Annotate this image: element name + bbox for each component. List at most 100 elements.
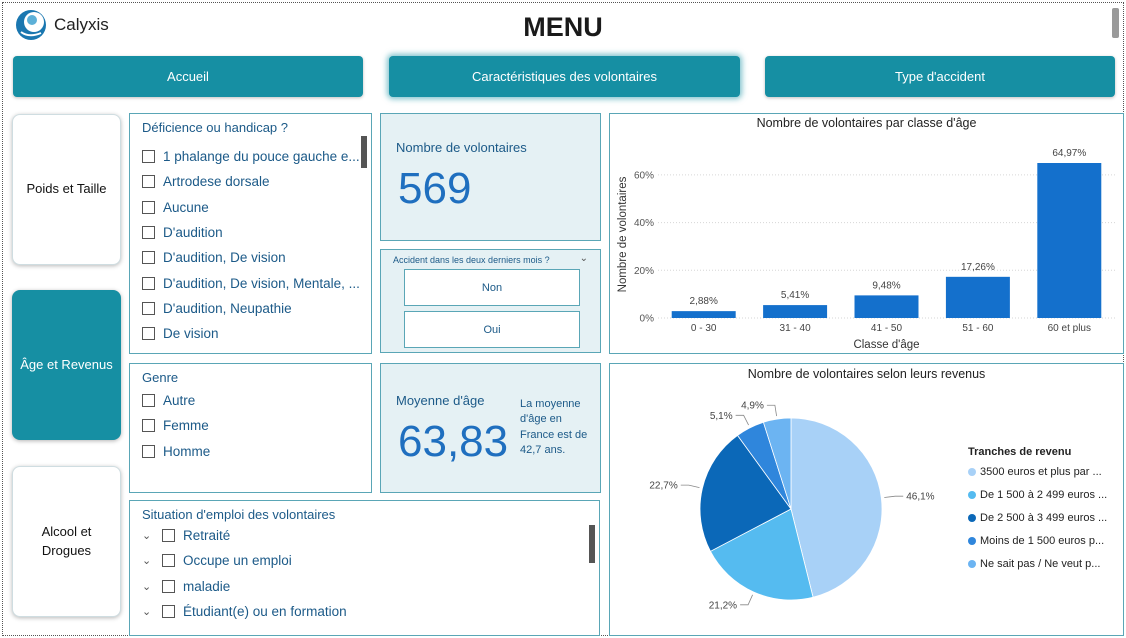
list-item[interactable]: D'audition, De vision, Mentale, ...: [142, 270, 360, 295]
checkbox[interactable]: [162, 605, 175, 619]
pie-data-label: 46,1%: [906, 492, 934, 503]
checkbox[interactable]: [142, 251, 155, 265]
accident-option-non[interactable]: Non: [404, 269, 580, 306]
list-item[interactable]: ⌄ Occupe un emploi: [142, 548, 347, 573]
legend-swatch: [968, 514, 976, 522]
bar-data-label: 9,48%: [872, 280, 900, 291]
bar-data-label: 17,26%: [961, 262, 995, 273]
checkbox[interactable]: [142, 276, 155, 290]
emploi-slicer: Situation d'emploi des volontaires ⌄ Retr…: [129, 500, 600, 636]
list-item[interactable]: Homme: [142, 439, 210, 464]
list-item[interactable]: Artrodese dorsale: [142, 169, 360, 194]
page-title: MENU: [523, 12, 603, 42]
kpi-age-label: Moyenne d'âge: [396, 393, 485, 408]
checkbox[interactable]: [162, 529, 175, 543]
checkbox[interactable]: [142, 444, 155, 458]
list-item[interactable]: D'audition, Neupathie: [142, 296, 360, 321]
nav-button-type-accident[interactable]: Type d'accident: [765, 56, 1115, 97]
nav-button-accueil[interactable]: Accueil: [13, 56, 363, 97]
list-item[interactable]: ⌄ Retraité: [142, 523, 347, 548]
kpi-age-value: 63,83: [398, 417, 509, 466]
chevron-down-icon[interactable]: ⌄: [142, 529, 162, 542]
side-button-age-revenus[interactable]: Âge et Revenus: [12, 290, 121, 440]
checkbox[interactable]: [142, 200, 155, 214]
accident-option-oui[interactable]: Oui: [404, 311, 580, 348]
emploi-scrollbar[interactable]: [589, 525, 595, 563]
chevron-down-icon[interactable]: ⌄: [580, 253, 588, 264]
list-item[interactable]: ⌄ Étudiant(e) ou en formation: [142, 599, 347, 624]
kpi-volontaires-value: 569: [398, 164, 472, 213]
x-tick-label: 31 - 40: [780, 323, 812, 334]
y-tick-label: 0%: [640, 314, 655, 325]
legend-swatch: [968, 537, 976, 545]
checkbox[interactable]: [142, 394, 155, 408]
x-axis-title: Classe d'âge: [853, 339, 919, 351]
list-item[interactable]: 1 phalange du pouce gauche e...: [142, 144, 360, 169]
nav-button-caracteristiques[interactable]: Caractéristiques des volontaires: [389, 56, 740, 97]
pie-data-label: 22,7%: [649, 481, 677, 492]
bar: [763, 305, 828, 318]
x-tick-label: 60 et plus: [1048, 323, 1091, 334]
emploi-slicer-title: Situation d'emploi des volontaires: [142, 507, 336, 522]
kpi-volontaires-card: Nombre de volontaires 569: [380, 113, 601, 241]
page-scrollbar[interactable]: [1112, 8, 1119, 38]
side-button-alcool-drogues[interactable]: Alcool et Drogues: [12, 466, 121, 617]
pie-leader-line: [680, 484, 700, 489]
deficience-list: 1 phalange du pouce gauche e... Artrodes…: [142, 144, 360, 346]
list-item[interactable]: ⌄ maladie: [142, 574, 347, 599]
pie-legend-item[interactable]: De 2 500 à 3 499 euros ...: [968, 512, 1107, 524]
pie-leader-line: [740, 594, 753, 606]
x-tick-label: 51 - 60: [962, 323, 994, 334]
checkbox[interactable]: [142, 226, 155, 240]
kpi-age-card: Moyenne d'âge 63,83 La moyenne d'âge en …: [380, 363, 601, 493]
pie-legend-item[interactable]: 3500 euros et plus par ...: [968, 466, 1102, 478]
legend-swatch: [968, 560, 976, 568]
chevron-down-icon[interactable]: ⌄: [142, 605, 162, 618]
bar: [945, 276, 1010, 318]
list-item[interactable]: Aucune: [142, 195, 360, 220]
x-tick-label: 0 - 30: [691, 323, 717, 334]
checkbox[interactable]: [142, 327, 155, 341]
pie-legend-item[interactable]: Ne sait pas / Ne veut p...: [968, 558, 1100, 570]
bar: [854, 295, 919, 318]
checkbox[interactable]: [142, 301, 155, 315]
chevron-down-icon[interactable]: ⌄: [142, 554, 162, 567]
pie-leader-line: [884, 495, 904, 498]
checkbox[interactable]: [142, 150, 155, 164]
list-item[interactable]: D'audition, De vision: [142, 245, 360, 270]
list-item[interactable]: De vision: [142, 321, 360, 346]
pie-legend-item[interactable]: De 1 500 à 2 499 euros ...: [968, 489, 1107, 501]
age-bar-chart-card: Nombre de volontaires par classe d'âge 0…: [609, 113, 1124, 354]
list-item[interactable]: Autre: [142, 388, 210, 413]
x-tick-label: 41 - 50: [871, 323, 903, 334]
y-tick-label: 20%: [634, 266, 654, 277]
emploi-list: ⌄ Retraité ⌄ Occupe un emploi ⌄ maladie ⌄ Ét…: [142, 523, 347, 624]
deficience-slicer-title: Déficience ou handicap ?: [142, 120, 288, 135]
bar-chart-svg: 0% 20% 40% 60% 2,88% 0 - 30 5,41% 31 - 40 9,48% 4…: [617, 148, 1115, 351]
bar: [671, 311, 736, 318]
pie-data-label: 5,1%: [710, 411, 733, 422]
chevron-down-icon[interactable]: ⌄: [142, 580, 162, 593]
checkbox[interactable]: [142, 419, 155, 433]
pie-data-label: 4,9%: [741, 401, 764, 412]
checkbox[interactable]: [142, 175, 155, 189]
kpi-volontaires-label: Nombre de volontaires: [396, 140, 527, 155]
pie-legend-title: Tranches de revenu: [968, 446, 1072, 458]
pie-chart-svg: 46,1% 21,2% 22,7% 5,1% 4,9%: [649, 401, 934, 612]
list-item[interactable]: D'audition: [142, 220, 360, 245]
deficience-slicer: Déficience ou handicap ? 1 phalange du p…: [129, 113, 372, 354]
legend-swatch: [968, 468, 976, 476]
checkbox[interactable]: [162, 554, 175, 568]
bar: [1037, 163, 1102, 318]
accident-slicer-title: Accident dans les deux derniers mois ?: [393, 255, 550, 265]
side-button-poids-taille[interactable]: Poids et Taille: [12, 114, 121, 265]
y-axis-title: Nombre de volontaires: [617, 176, 629, 292]
pie-legend-item[interactable]: Moins de 1 500 euros p...: [968, 535, 1104, 547]
accident-slicer: Accident dans les deux derniers mois ? ⌄…: [380, 249, 601, 353]
deficience-scrollbar[interactable]: [361, 136, 367, 168]
checkbox[interactable]: [162, 579, 175, 593]
kpi-age-note: La moyenne d'âge en France est de 42,7 a…: [520, 398, 588, 457]
list-item[interactable]: Femme: [142, 413, 210, 438]
revenus-pie-chart-card: Nombre de volontaires selon leurs revenu…: [609, 363, 1124, 636]
genre-slicer-title: Genre: [142, 370, 179, 385]
